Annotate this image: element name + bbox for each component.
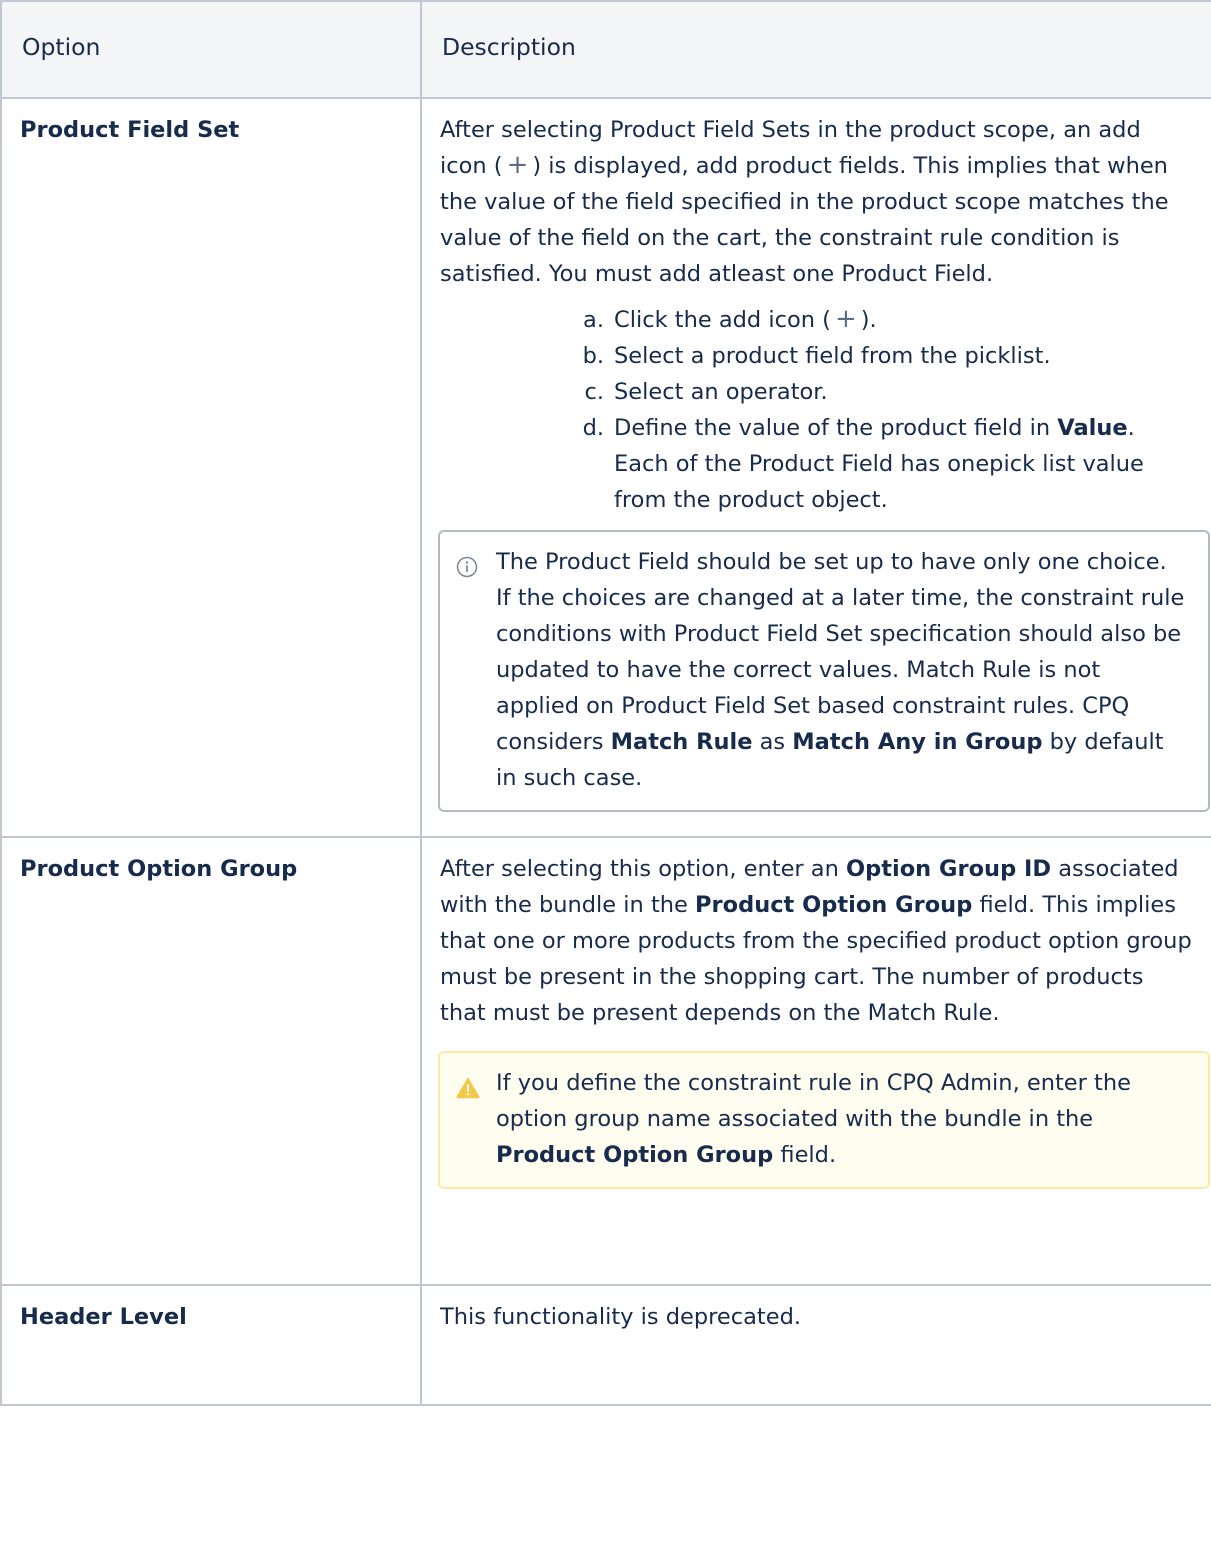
option-name: Product Field Set	[20, 117, 240, 143]
option-cell: Product Field Set	[0, 97, 422, 838]
table-header-row: Option Description	[0, 0, 1211, 99]
list-item: b. Select a product field from the pickl…	[582, 343, 1051, 369]
option-cell: Header Level	[0, 1284, 422, 1406]
description-text: After selecting this option, enter an Op…	[440, 856, 1192, 1026]
table-row: Product Field Set After selecting Produc…	[0, 97, 1211, 838]
option-name: Header Level	[20, 1304, 187, 1330]
description-text: After selecting Product Field Sets in th…	[440, 117, 1169, 287]
column-header-description: Description	[420, 0, 1211, 99]
option-name: Product Option Group	[20, 856, 298, 882]
info-note-text: The Product Field should be set up to ha…	[496, 549, 1185, 791]
table-row: Product Option Group After selecting thi…	[0, 836, 1211, 1286]
list-item: d. Define the value of the product field…	[582, 415, 1144, 513]
info-icon	[456, 544, 496, 796]
list-item: a. Click the add icon (+).	[583, 304, 877, 334]
description-text: This functionality is deprecated.	[440, 1304, 802, 1330]
plus-icon: +	[506, 150, 529, 180]
warning-icon	[456, 1065, 496, 1173]
description-cell: After selecting Product Field Sets in th…	[420, 97, 1211, 838]
info-panel: The Product Field should be set up to ha…	[438, 530, 1210, 812]
description-cell: After selecting this option, enter an Op…	[420, 836, 1211, 1286]
plus-icon: +	[834, 304, 857, 334]
table-row: Header Level This functionality is depre…	[0, 1284, 1211, 1406]
warning-panel: If you define the constraint rule in CPQ…	[438, 1051, 1210, 1189]
option-cell: Product Option Group	[0, 836, 422, 1286]
options-table: Option Description Product Field Set Aft…	[0, 0, 1211, 1406]
step-list: a. Click the add icon (+). b. Select a p…	[580, 302, 1194, 518]
description-cell: This functionality is deprecated.	[420, 1284, 1211, 1406]
list-item: c. Select an operator.	[584, 379, 828, 405]
column-header-option: Option	[0, 0, 422, 99]
warning-note-text: If you define the constraint rule in CPQ…	[496, 1070, 1131, 1168]
